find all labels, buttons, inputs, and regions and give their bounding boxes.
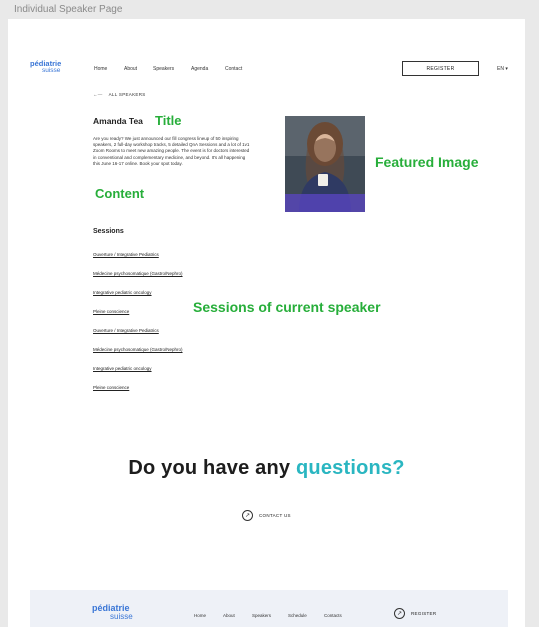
footer-nav-home[interactable]: Home [194, 613, 206, 618]
footer-nav-about[interactable]: About [223, 613, 235, 618]
session-link[interactable]: Pleine conscience [93, 309, 129, 314]
nav-item-contact[interactable]: Contact [225, 66, 242, 72]
sessions-heading: Sessions [93, 228, 124, 235]
footer-register-link[interactable]: ↗ REGISTER [394, 608, 436, 619]
header-logo[interactable]: pédiatrie suisse [30, 60, 61, 74]
nav-item-speakers[interactable]: Speakers [153, 66, 174, 72]
footer: pédiatrie suisse Home About Speakers Sch… [30, 590, 508, 627]
nav-item-home[interactable]: Home [94, 66, 107, 72]
questions-heading: Do you have any questions? [8, 457, 525, 480]
arrow-circle-icon: ↗ [242, 510, 253, 521]
speaker-bio: Are you ready? We just announced our fil… [93, 136, 250, 166]
footer-logo-line2: suisse [110, 612, 133, 621]
frame-border-left [0, 19, 8, 627]
questions-accent: questions? [296, 457, 405, 479]
session-link[interactable]: Integrative pediatric oncology [93, 366, 152, 371]
back-arrow-icon: ←— [93, 92, 103, 97]
annotation-title: Title [155, 113, 182, 128]
frame-title: Individual Speaker Page [0, 0, 539, 19]
session-link[interactable]: Médecine psychosomatique (Gastro/Nephro) [93, 271, 183, 276]
footer-register-label: REGISTER [411, 611, 437, 616]
footer-logo[interactable]: pédiatrie suisse [92, 604, 133, 621]
session-link[interactable]: Ouverture / Integrative Pediatrics [93, 252, 159, 257]
language-selector[interactable]: EN ▾ [497, 66, 508, 72]
session-link[interactable]: Médecine psychosomatique (Gastro/Nephro) [93, 347, 183, 352]
frame-border-right [525, 19, 539, 627]
contact-us-label: CONTACT US [259, 513, 291, 518]
all-speakers-link[interactable]: ←— ALL SPEAKERS [93, 92, 146, 97]
footer-nav-speakers[interactable]: Speakers [252, 613, 271, 618]
footer-nav-contacts[interactable]: Contacts [324, 613, 342, 618]
annotation-content: Content [95, 186, 145, 201]
footer-nav-schedule[interactable]: Schedule [288, 613, 307, 618]
session-link[interactable]: Pleine conscience [93, 385, 129, 390]
questions-text: Do you have any [128, 457, 297, 479]
annotation-featured-image: Featured Image [375, 154, 479, 170]
all-speakers-label: ALL SPEAKERS [108, 92, 146, 97]
register-button[interactable]: REGISTER [402, 61, 479, 76]
contact-us-link[interactable]: ↗ CONTACT US [242, 510, 291, 521]
arrow-circle-icon: ↗ [394, 608, 405, 619]
speaker-photo-illustration [285, 116, 365, 212]
logo-line2: suisse [42, 66, 61, 74]
nav-item-agenda[interactable]: Agenda [191, 66, 208, 72]
page-canvas: pédiatrie suisse Home About Speakers Age… [8, 19, 525, 627]
annotation-sessions: Sessions of current speaker [193, 299, 381, 315]
session-link[interactable]: Integrative pediatric oncology [93, 290, 152, 295]
featured-image [285, 116, 365, 212]
nav-item-about[interactable]: About [124, 66, 137, 72]
speaker-name: Amanda Tea [93, 116, 143, 126]
session-link[interactable]: Ouverture / Integrative Pediatrics [93, 328, 159, 333]
